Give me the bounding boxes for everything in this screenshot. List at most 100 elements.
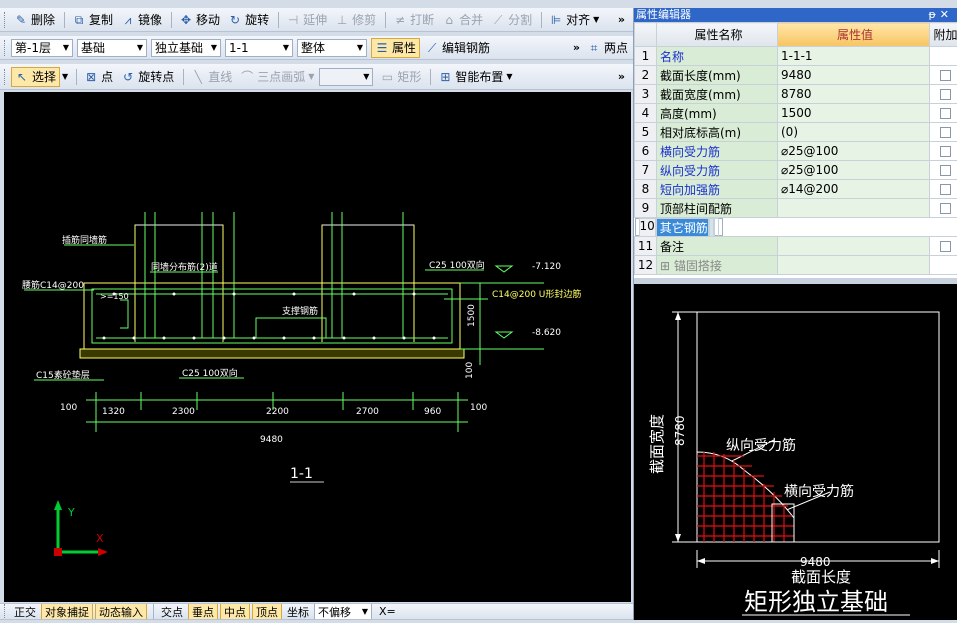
copy-icon: ⧉ <box>72 13 86 27</box>
extra-checkbox[interactable] <box>940 165 951 176</box>
trim-button[interactable]: ⊥修剪 <box>332 10 379 30</box>
dynamic-input-toggle[interactable]: 动态输入 <box>95 603 147 620</box>
merge-button[interactable]: ⌂合并 <box>439 10 486 30</box>
property-row[interactable]: 9顶部柱间配筋 <box>635 199 957 218</box>
property-row[interactable]: 6横向受力筋⌀25@100 <box>635 142 957 161</box>
select-button[interactable]: ↖选择 <box>11 67 60 87</box>
panel-controls[interactable]: ᵽ✕ <box>928 8 953 22</box>
cursor-icon: ↖ <box>15 70 29 84</box>
property-name-text: 截面长度(mm) <box>660 69 741 83</box>
break-button[interactable]: ≠打断 <box>390 10 437 30</box>
edit-rebar-button[interactable]: ⟋编辑钢筋 <box>422 38 493 58</box>
property-value[interactable]: ⌀25@100 <box>778 142 930 161</box>
point-button[interactable]: ⊠点 <box>81 67 116 87</box>
extra-checkbox[interactable] <box>940 70 951 81</box>
property-value[interactable] <box>778 237 930 256</box>
status-bar: 正交 对象捕捉 动态输入 交点 垂点 中点 顶点 坐标 不偏移▼ X= <box>0 603 633 620</box>
arc-button[interactable]: ⌒三点画弧▼ <box>237 67 317 87</box>
property-value[interactable] <box>778 256 930 275</box>
smart-layout-button[interactable]: ⊞智能布置▼ <box>435 67 515 87</box>
property-row[interactable]: 10其它钢筋 <box>635 218 723 236</box>
property-value[interactable]: ⌀14@200 <box>778 180 930 199</box>
vertex-snap[interactable]: 顶点 <box>252 603 282 620</box>
extra-checkbox[interactable] <box>940 146 951 157</box>
property-value[interactable]: 1500 <box>778 104 930 123</box>
toolbar-overflow-icon[interactable]: » <box>618 13 625 26</box>
move-button[interactable]: ✥移动 <box>176 10 223 30</box>
row-number: 12 <box>635 256 657 275</box>
property-row[interactable]: 1名称1-1-1 <box>635 47 957 66</box>
property-row[interactable]: 12⊞ 锚固搭接 <box>635 256 957 275</box>
extra-checkbox[interactable] <box>940 127 951 138</box>
property-table: 属性名称 属性值 附加 1名称1-1-12截面长度(mm)94803截面宽度(m… <box>634 22 957 275</box>
row-number: 6 <box>635 142 657 161</box>
property-row[interactable]: 8短向加强筋 ⌀14@200 <box>635 180 957 199</box>
extra-cell <box>714 218 719 237</box>
ortho-toggle[interactable]: 正交 <box>11 603 39 620</box>
coordinate-snap[interactable]: 坐标 <box>284 603 312 620</box>
toolbar-grip[interactable] <box>4 604 7 620</box>
property-row[interactable]: 7纵向受力筋⌀25@100 <box>635 161 957 180</box>
midpoint-snap[interactable]: 中点 <box>220 603 250 620</box>
row-number: 2 <box>635 66 657 85</box>
extra-checkbox[interactable] <box>940 203 951 214</box>
extend-button[interactable]: ⊣延伸 <box>283 10 330 30</box>
toolbar-grip[interactable] <box>4 12 7 28</box>
extra-checkbox[interactable] <box>940 89 951 100</box>
dim-0: 100 <box>60 403 77 413</box>
row-number: 8 <box>635 180 657 199</box>
toolbar-overflow-icon[interactable]: » <box>618 70 625 83</box>
extra-checkbox[interactable] <box>940 241 951 252</box>
edit-toolbar: ✎删除 ⧉复制 ⩘镜像 ✥移动 ↻旋转 ⊣延伸 ⊥修剪 ≠打断 ⌂合并 ⟋分割 … <box>0 8 633 32</box>
toolbar-overflow-icon[interactable]: » <box>573 41 580 54</box>
property-value[interactable]: ⌀25@100 <box>778 161 930 180</box>
rect-button[interactable]: ▭矩形 <box>377 67 424 87</box>
property-row[interactable]: 3截面宽度(mm)8780 <box>635 85 957 104</box>
split-button[interactable]: ⟋分割 <box>488 10 535 30</box>
property-button[interactable]: ☰属性 <box>371 38 420 58</box>
property-value[interactable]: 1-1-1 <box>778 47 930 66</box>
preview-caption: 矩形独立基础 <box>744 588 888 616</box>
toolbar-grip[interactable] <box>4 69 7 85</box>
property-row[interactable]: 4高度(mm)1500 <box>635 104 957 123</box>
perpendicular-snap[interactable]: 垂点 <box>188 603 218 620</box>
snap-toggle[interactable]: 对象捕捉 <box>41 603 93 620</box>
category-select[interactable]: 基础▼ <box>77 39 147 57</box>
select-dropdown-icon[interactable]: ▼ <box>62 72 68 81</box>
rotate-point-button[interactable]: ↺旋转点 <box>118 67 177 87</box>
property-name-text: 短向加强筋 <box>660 183 720 197</box>
line-button[interactable]: ╲直线 <box>188 67 235 87</box>
offset-select[interactable]: 不偏移▼ <box>314 603 372 620</box>
scope-select[interactable]: 整体▼ <box>297 39 367 57</box>
rotate-button[interactable]: ↻旋转 <box>225 10 272 30</box>
property-row[interactable]: 5相对底标高(m)(0) <box>635 123 957 142</box>
copy-button[interactable]: ⧉复制 <box>69 10 116 30</box>
dim-1: 1320 <box>102 407 125 417</box>
toolbar-grip[interactable] <box>4 40 7 56</box>
property-name: 横向受力筋 <box>657 142 778 161</box>
drawing-canvas[interactable]: 插筋同墙筋 同墙分布筋(2)道 腰筋C14@200 >=150 支撑钢筋 C25… <box>4 92 631 602</box>
section-drawing: 插筋同墙筋 同墙分布筋(2)道 腰筋C14@200 >=150 支撑钢筋 C25… <box>4 92 631 602</box>
ucs-y-label: Y <box>67 506 75 519</box>
intersection-snap[interactable]: 交点 <box>158 603 186 620</box>
expand-icon[interactable]: ⊞ <box>660 259 674 273</box>
label-elev-top: -7.120 <box>532 262 561 272</box>
two-point-button[interactable]: ⌗两点 <box>584 38 631 58</box>
property-value[interactable]: 9480 <box>778 66 930 85</box>
shape-select[interactable]: ▼ <box>319 68 373 86</box>
property-value[interactable]: 8780 <box>778 85 930 104</box>
name-select[interactable]: 1-1▼ <box>225 39 293 57</box>
property-row[interactable]: 2截面长度(mm) 9480 <box>635 66 957 85</box>
extra-checkbox[interactable] <box>940 184 951 195</box>
align-button[interactable]: ⊫对齐▼ <box>546 10 602 30</box>
floor-select[interactable]: 第-1层▼ <box>11 39 73 57</box>
mirror-button[interactable]: ⩘镜像 <box>118 10 165 30</box>
type-select[interactable]: 独立基础▼ <box>151 39 221 57</box>
property-row[interactable]: 11备注 <box>635 237 957 256</box>
extra-checkbox[interactable] <box>940 108 951 119</box>
label-insert-rebar: 插筋同墙筋 <box>62 234 107 246</box>
row-number: 11 <box>635 237 657 256</box>
delete-button[interactable]: ✎删除 <box>11 10 58 30</box>
property-value[interactable] <box>778 199 930 218</box>
property-value[interactable]: (0) <box>778 123 930 142</box>
